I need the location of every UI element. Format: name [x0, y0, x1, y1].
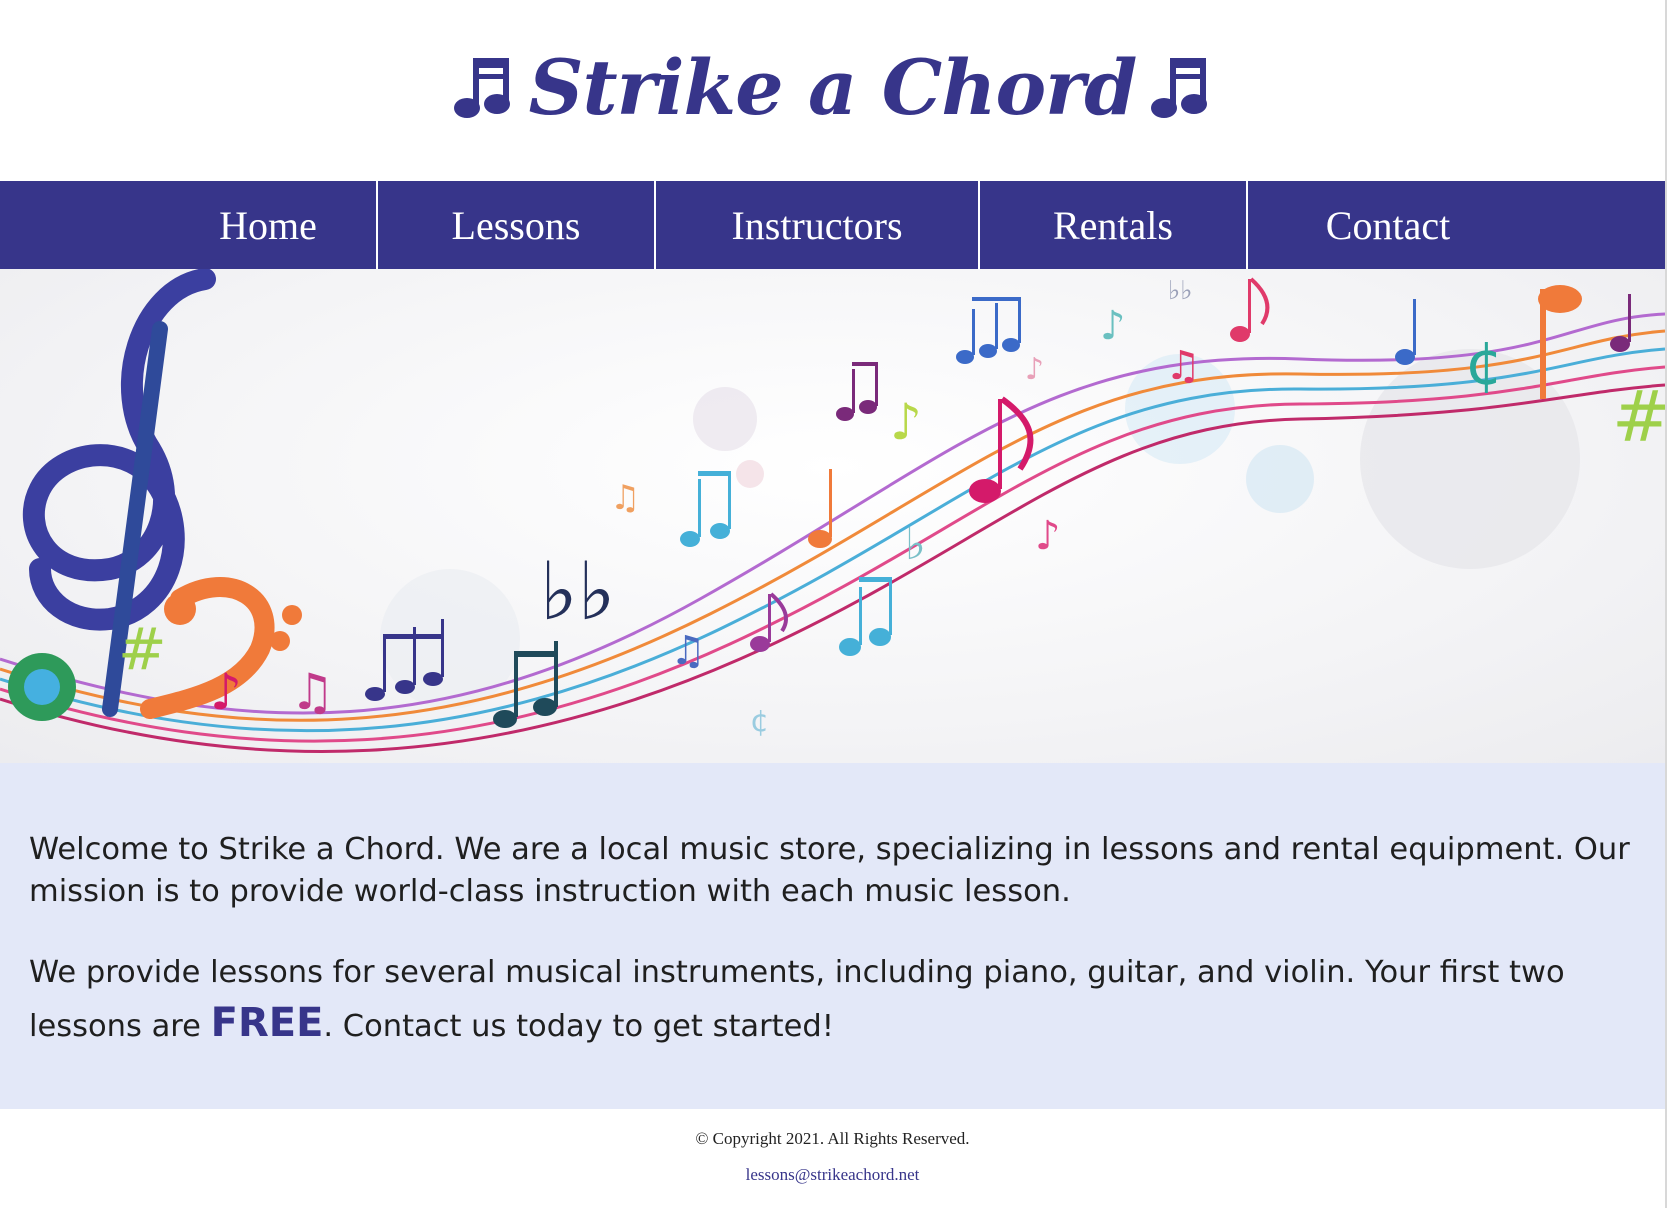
nav-lessons[interactable]: Lessons — [378, 181, 654, 269]
lessons-cta-text: . Contact us today to get started! — [323, 1009, 834, 1044]
svg-text:¢: ¢ — [1465, 329, 1503, 399]
page: Strike a Chord Home Lessons Instructors … — [0, 0, 1667, 1208]
intro-paragraph: Welcome to Strike a Chord. We are a loca… — [29, 832, 1630, 909]
svg-text:♪: ♪ — [210, 663, 242, 721]
site-title: Strike a Chord — [528, 42, 1138, 132]
nav-rentals[interactable]: Rentals — [980, 181, 1246, 269]
svg-text:♭: ♭ — [905, 519, 926, 570]
svg-text:♫: ♫ — [670, 628, 706, 674]
free-emphasis: FREE — [210, 1000, 324, 1046]
nav-instructors[interactable]: Instructors — [656, 181, 978, 269]
svg-text:♫: ♫ — [290, 663, 335, 721]
svg-text:♫: ♫ — [610, 478, 640, 518]
svg-text:♪: ♪ — [1100, 303, 1126, 349]
svg-text:¢: ¢ — [750, 704, 769, 739]
nav-contact-label: Contact — [1325, 202, 1451, 248]
site-logo[interactable]: Strike a Chord — [453, 43, 1213, 132]
beamed-notes-icon — [453, 58, 510, 118]
contact-email-link[interactable]: lessons@strikeachord.net — [0, 1165, 1665, 1185]
nav-home[interactable]: Home — [160, 181, 376, 269]
svg-text:#: # — [118, 615, 167, 683]
svg-text:♭♭: ♭♭ — [540, 545, 615, 638]
nav-lessons-label: Lessons — [451, 202, 581, 248]
site-footer: © Copyright 2021. All Rights Reserved. l… — [0, 1109, 1665, 1208]
svg-text:♪: ♪ — [1025, 352, 1044, 387]
copyright-text: © Copyright 2021. All Rights Reserved. — [695, 1129, 970, 1148]
main-nav: Home Lessons Instructors Rentals Contact — [0, 181, 1665, 269]
nav-rentals-label: Rentals — [1053, 202, 1173, 248]
svg-text:♪: ♪ — [890, 393, 922, 451]
music-notes-illustration: # # ♭♭ ¢ ¢ ♭ ♭♭ ♪ ♪ ♫ ♫ ♪ ♫ ♫ ♪ ♪ — [0, 269, 1665, 753]
svg-text:♭♭: ♭♭ — [1168, 276, 1193, 306]
hero-banner-image: # # ♭♭ ¢ ¢ ♭ ♭♭ ♪ ♪ ♫ ♫ ♪ ♫ ♫ ♪ ♪ — [0, 269, 1665, 763]
svg-text:♫: ♫ — [1165, 343, 1201, 389]
beamed-notes-icon — [1151, 58, 1208, 118]
nav-contact[interactable]: Contact — [1248, 181, 1528, 269]
svg-text:#: # — [1612, 376, 1665, 458]
nav-home-label: Home — [219, 202, 317, 248]
svg-text:♪: ♪ — [1035, 513, 1061, 559]
lessons-paragraph: We provide lessons for several musical i… — [29, 947, 1639, 1052]
site-header: Strike a Chord — [0, 0, 1665, 180]
nav-instructors-label: Instructors — [731, 202, 903, 248]
main-content: Welcome to Strike a Chord. We are a loca… — [0, 763, 1665, 1109]
